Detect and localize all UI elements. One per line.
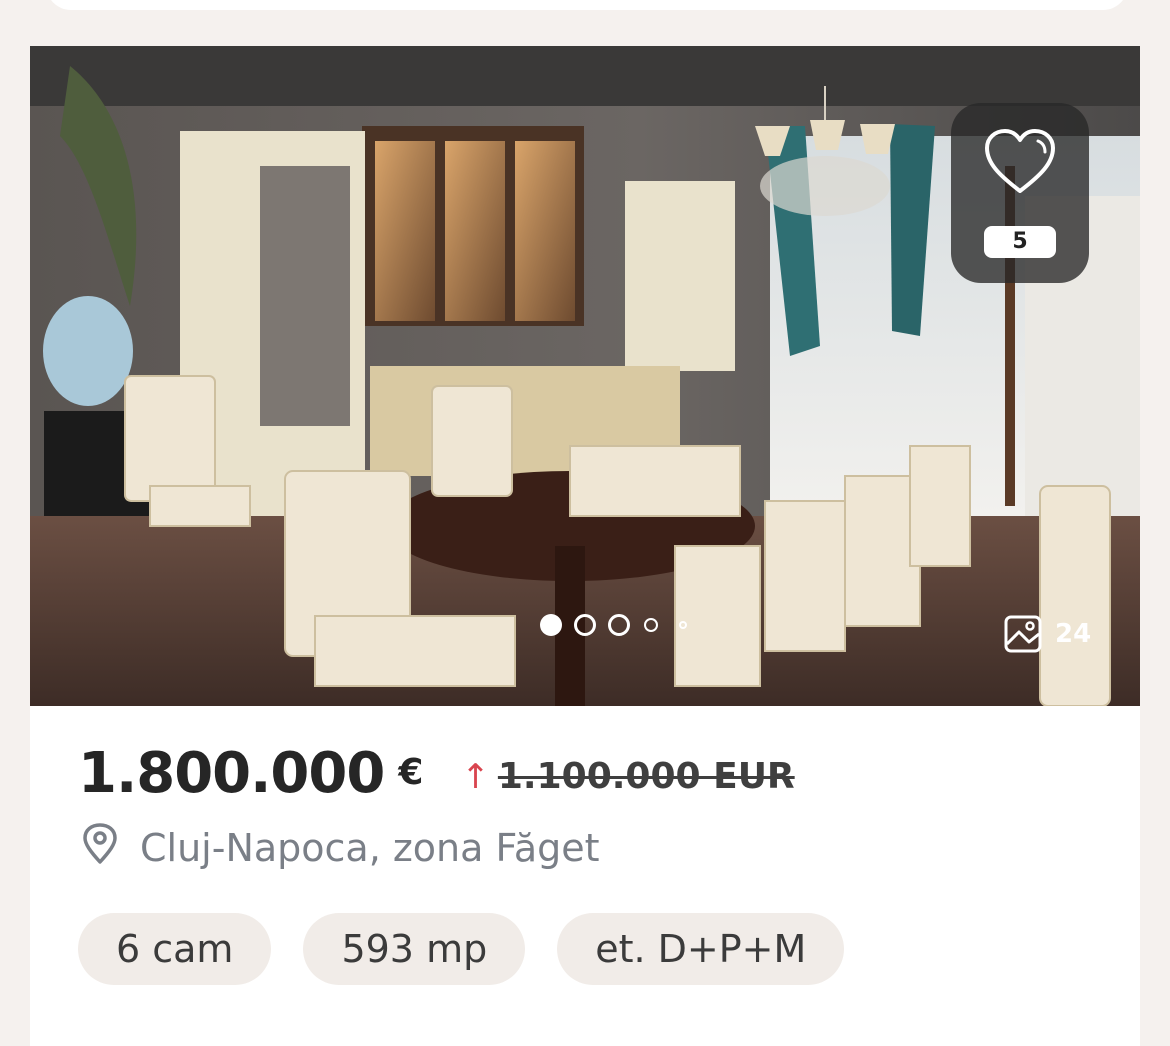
image-icon: [1003, 614, 1043, 654]
favorites-count: 5: [984, 226, 1056, 258]
carousel-dot[interactable]: [644, 618, 658, 632]
rooms-chip: 6 cam: [78, 913, 272, 985]
old-price: 1.100.000 EUR: [497, 756, 795, 797]
location-label: Cluj-Napoca, zona Făget: [140, 826, 600, 870]
currency-symbol: €: [398, 752, 424, 793]
heart-icon: [983, 127, 1057, 197]
photo-count[interactable]: 24: [1003, 614, 1091, 654]
photo-count-label: 24: [1055, 619, 1092, 649]
favorite-button[interactable]: 5: [951, 103, 1089, 283]
arrow-up-icon: ↑: [461, 757, 490, 797]
price-row: 1.800.000 € ↑ 1.100.000 EUR: [78, 741, 795, 811]
listing-card[interactable]: 5 24 1.800.000 € ↑ 1.100.000 EUR Cluj-Na…: [30, 46, 1140, 1046]
location: Cluj-Napoca, zona Făget: [80, 822, 600, 870]
feature-chips: 6 cam 593 mp et. D+P+M: [78, 913, 845, 985]
carousel-dot[interactable]: [608, 614, 630, 636]
carousel-dot-active[interactable]: [540, 614, 562, 636]
area-chip: 593 mp: [303, 913, 526, 985]
carousel-dot[interactable]: [679, 621, 687, 629]
search-bar[interactable]: [46, 0, 1128, 10]
carousel-dot[interactable]: [574, 614, 596, 636]
price: 1.800.000: [78, 741, 385, 806]
floors-chip: et. D+P+M: [557, 913, 845, 985]
listing-photo[interactable]: 5 24: [30, 46, 1140, 706]
map-pin-icon: [80, 822, 120, 875]
